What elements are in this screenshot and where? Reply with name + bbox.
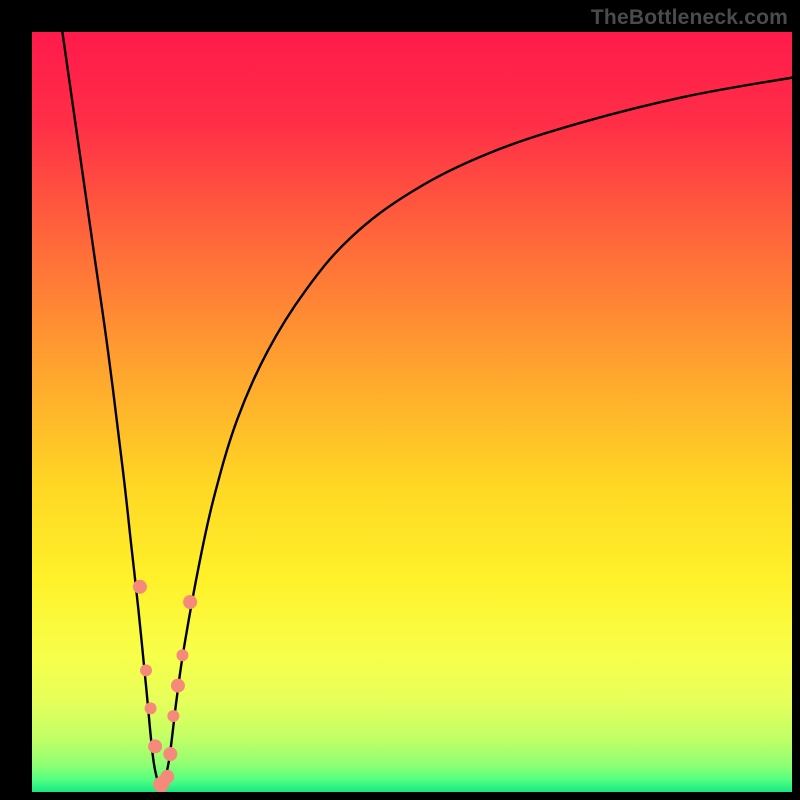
data-marker — [160, 770, 174, 784]
data-marker — [171, 679, 185, 693]
plot-area — [32, 32, 792, 792]
data-marker — [176, 649, 188, 661]
data-marker — [183, 595, 197, 609]
bottleneck-chart — [32, 32, 792, 792]
data-marker — [167, 710, 179, 722]
data-marker — [133, 580, 147, 594]
data-marker — [148, 739, 162, 753]
data-marker — [163, 747, 177, 761]
data-marker — [145, 702, 157, 714]
chart-frame: TheBottleneck.com — [0, 0, 800, 800]
data-marker — [140, 664, 152, 676]
watermark-text: TheBottleneck.com — [591, 6, 788, 30]
